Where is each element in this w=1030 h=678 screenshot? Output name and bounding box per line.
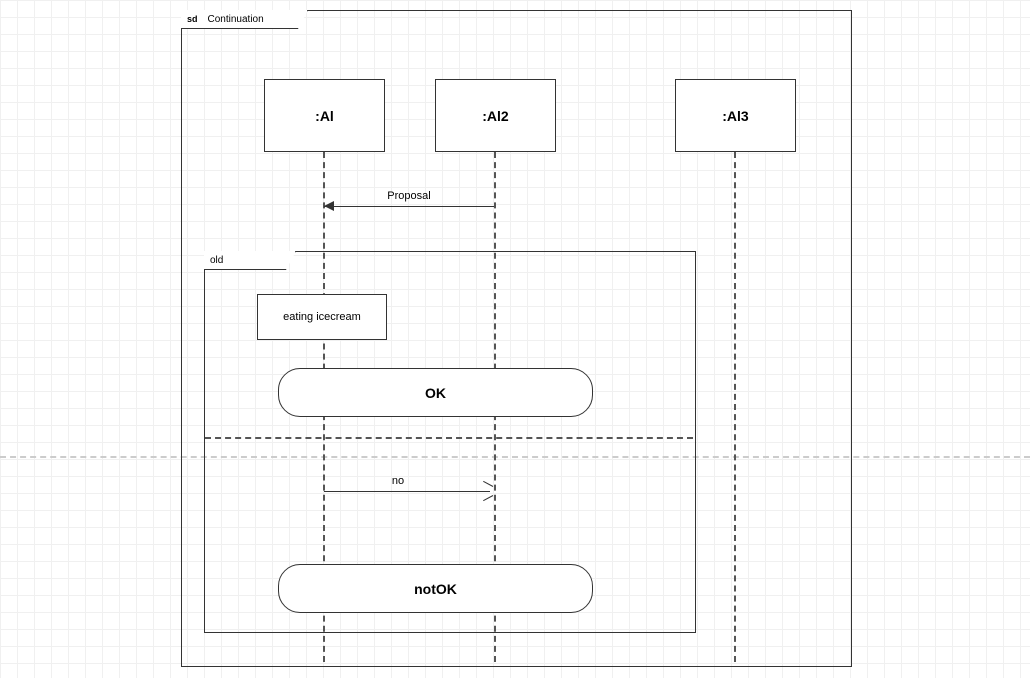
message-proposal-label: Proposal xyxy=(387,190,430,202)
state-label: eating icecream xyxy=(283,311,361,323)
lifeline-label: :Al3 xyxy=(722,108,748,124)
message-no-arrow xyxy=(483,486,493,496)
state-eating-icecream[interactable]: eating icecream xyxy=(257,294,387,340)
continuation-notok[interactable]: notOK xyxy=(278,564,593,613)
continuation-ok[interactable]: OK xyxy=(278,368,593,417)
lifeline-head-al[interactable]: :Al xyxy=(264,79,385,152)
lifeline-head-al3[interactable]: :Al3 xyxy=(675,79,796,152)
sd-title: Continuation xyxy=(208,14,264,25)
diagram-canvas: sd Continuation :Al :Al2 :Al3 Proposal o… xyxy=(0,0,1030,678)
fragment-separator xyxy=(205,437,693,439)
lifeline-label: :Al2 xyxy=(482,108,508,124)
fragment-old-tab: old xyxy=(204,251,296,270)
sd-keyword: sd xyxy=(187,14,198,24)
lifeline-label: :Al xyxy=(315,108,334,124)
message-proposal[interactable] xyxy=(324,206,494,207)
message-proposal-arrow xyxy=(324,201,334,211)
fragment-old-label: old xyxy=(210,255,223,266)
message-no[interactable] xyxy=(324,491,490,492)
message-no-label: no xyxy=(392,475,404,487)
lifeline-al3[interactable] xyxy=(734,152,736,662)
continuation-notok-label: notOK xyxy=(414,581,457,597)
continuation-ok-label: OK xyxy=(425,385,446,401)
sd-frame-tab: sd Continuation xyxy=(181,10,308,29)
lifeline-head-al2[interactable]: :Al2 xyxy=(435,79,556,152)
